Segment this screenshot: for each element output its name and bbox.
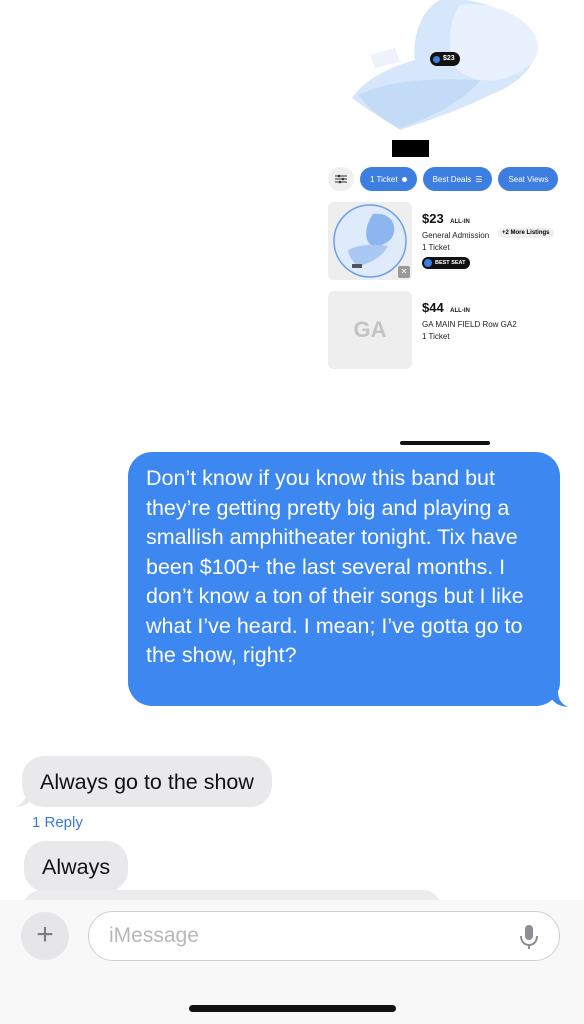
- listing-quantity: 1 Ticket: [422, 332, 450, 341]
- map-price-pin[interactable]: $23: [430, 52, 460, 66]
- redaction-box: [392, 140, 429, 157]
- best-seat-badge: BEST SEAT: [422, 257, 471, 269]
- venue-map: [352, 0, 539, 130]
- listing-quantity: 1 Ticket: [422, 243, 450, 252]
- badge-dot-icon: [424, 259, 432, 267]
- home-indicator: [189, 1005, 396, 1012]
- listing-section: GA MAIN FIELD Row GA2: [422, 320, 517, 329]
- incoming-message[interactable]: Always: [24, 841, 129, 892]
- listing-price: $44: [422, 300, 444, 315]
- outgoing-message[interactable]: Don’t know if you know this band but the…: [128, 452, 560, 706]
- best-deals-pill[interactable]: Best Deals ☰: [422, 167, 493, 191]
- all-in-label: ALL-IN: [450, 308, 470, 314]
- filter-row: 1 Ticket Best Deals ☰ Seat Views: [328, 167, 559, 191]
- list-icon: ☰: [475, 174, 483, 184]
- outgoing-bubble-tail: [548, 690, 568, 707]
- listing-ga-thumb: GA: [328, 291, 412, 369]
- listing-info: $23 ALL-IN General Admission 1 Ticket BE…: [422, 210, 572, 272]
- listing-info: $44 ALL-IN GA MAIN FIELD Row GA2 1 Ticke…: [422, 299, 572, 341]
- listing-card[interactable]: ✕ $23 ALL-IN General Admission 1 Ticket …: [328, 202, 568, 280]
- thread-reply-link[interactable]: 1 Reply: [32, 814, 83, 831]
- listing-price: $23: [422, 211, 444, 226]
- more-listings-tag[interactable]: +2 More Listings: [498, 228, 554, 238]
- message-input[interactable]: iMessage: [88, 911, 560, 961]
- shared-ticket-screenshot[interactable]: $23 1 Ticket Best Deals ☰ Seat Views ✕ $…: [320, 0, 570, 380]
- pill-dot-icon: [401, 176, 407, 182]
- seat-views-pill[interactable]: Seat Views: [498, 167, 559, 191]
- add-attachment-button[interactable]: +: [21, 912, 69, 960]
- microphone-icon[interactable]: [519, 924, 539, 950]
- listing-map-thumb: ✕: [328, 202, 412, 280]
- incoming-message[interactable]: Always go to the show: [22, 756, 272, 807]
- close-icon[interactable]: ✕: [398, 266, 410, 278]
- ticket-count-pill[interactable]: 1 Ticket: [360, 167, 417, 191]
- all-in-label: ALL-IN: [450, 219, 470, 225]
- filter-sliders-icon[interactable]: [328, 167, 354, 191]
- screenshot-home-indicator: [400, 441, 490, 445]
- listing-card[interactable]: GA $44 ALL-IN GA MAIN FIELD Row GA2 1 Ti…: [328, 291, 568, 369]
- pin-dot-icon: [433, 55, 440, 63]
